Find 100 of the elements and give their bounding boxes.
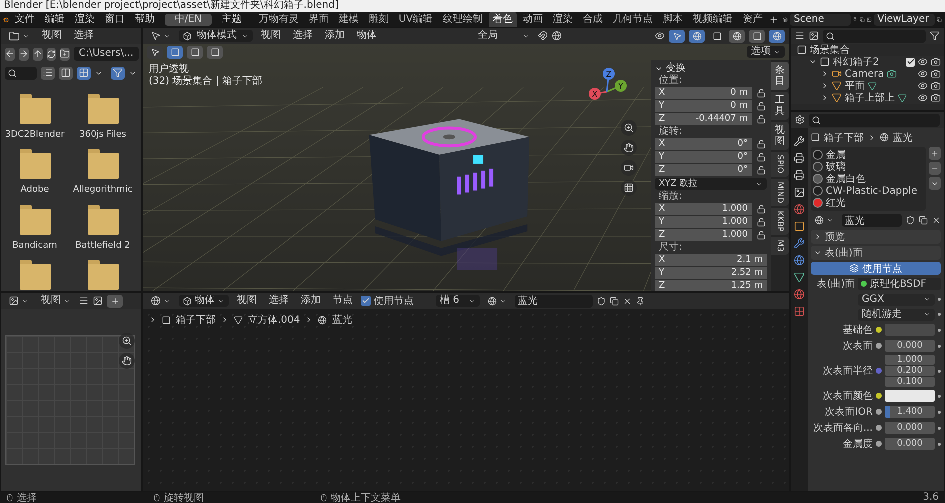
workspace-tab[interactable]: UV编辑 xyxy=(394,12,438,27)
search-field[interactable] xyxy=(809,114,940,126)
workspace-tab[interactable]: 纹理绘制 xyxy=(439,12,488,27)
workspace-tab[interactable]: 动画 xyxy=(519,12,548,27)
outliner-item-label[interactable]: Camera xyxy=(845,68,884,80)
number-field[interactable]: 0.000 xyxy=(885,340,935,352)
refresh-button[interactable] xyxy=(47,48,56,60)
use-nodes-checkbox[interactable]: 使用节点 xyxy=(361,294,414,308)
method-dropdown[interactable]: 随机游走 xyxy=(858,308,935,320)
workspace-tab[interactable]: 资产 xyxy=(739,12,768,27)
menu-item[interactable]: 视图 xyxy=(38,29,66,43)
number-field[interactable]: Z 0° xyxy=(655,164,752,176)
remove-slot-button[interactable] xyxy=(929,162,941,175)
material-slot-item[interactable]: 金属 xyxy=(826,148,846,162)
expand-toggle-icon[interactable] xyxy=(821,94,829,102)
number-field[interactable]: Y 2.52 m xyxy=(655,267,767,279)
options-dropdown[interactable]: 选项 xyxy=(747,46,785,58)
vector-component-field[interactable]: 0.200 xyxy=(885,366,935,376)
number-field[interactable]: X 1.000 xyxy=(655,203,752,215)
panel-header[interactable]: 预览 xyxy=(811,230,941,244)
rotation-mode-dropdown[interactable]: XYZ 欧拉 xyxy=(655,178,767,190)
number-field[interactable]: Y 0° xyxy=(655,151,752,163)
new-image-button[interactable] xyxy=(107,294,123,308)
number-field[interactable]: Y 0 m xyxy=(655,100,752,112)
menu-item[interactable]: 渲染 xyxy=(70,12,99,26)
workspace-tab[interactable]: 着色 xyxy=(489,12,518,27)
workspace-tab[interactable]: 建模 xyxy=(334,12,363,27)
expand-toggle-icon[interactable] xyxy=(809,58,817,66)
number-field[interactable]: X 2.1 m xyxy=(655,254,767,266)
search-field[interactable] xyxy=(5,66,37,80)
object-dropdown[interactable]: 物体 xyxy=(179,295,229,307)
sidebar-tab[interactable]: 视图 xyxy=(771,122,789,150)
menu-item[interactable]: 选择 xyxy=(289,29,317,43)
menu-item[interactable]: 物体 xyxy=(353,29,381,43)
workspace-tab[interactable]: 几何节点 xyxy=(609,12,658,27)
menu-item[interactable]: 视图 xyxy=(233,294,261,308)
zoom-button[interactable] xyxy=(119,333,135,349)
animate-dot-icon[interactable] xyxy=(938,328,941,332)
animate-dot-icon[interactable] xyxy=(938,313,941,316)
outliner-item-label[interactable]: 科幻箱子2 xyxy=(833,55,880,69)
material-slot-item[interactable]: 红光 xyxy=(826,196,846,210)
menu-item[interactable]: 编辑 xyxy=(40,12,69,26)
number-field[interactable]: 0.000 xyxy=(885,422,935,434)
sidebar-tab[interactable]: M3 xyxy=(771,236,789,255)
new-folder-button[interactable] xyxy=(60,48,70,60)
folder-label[interactable]: 360js Files xyxy=(80,130,126,140)
menu-item[interactable]: 窗口 xyxy=(100,12,129,26)
panel-header[interactable]: 表(曲)面 xyxy=(811,246,941,260)
sidebar-tab[interactable]: KKBP xyxy=(771,208,789,235)
add-slot-button[interactable] xyxy=(929,147,941,160)
material-slot-item[interactable]: 玻璃 xyxy=(826,160,846,174)
animate-dot-icon[interactable] xyxy=(938,410,941,414)
view-layer-field[interactable]: ViewLayer xyxy=(874,14,936,26)
sidebar-tab[interactable]: SPIO xyxy=(771,152,789,177)
material-name-field[interactable]: 蓝光 xyxy=(842,214,902,227)
number-field[interactable]: 1.400 xyxy=(885,406,935,418)
outliner-item-label[interactable]: 箱子上部上 xyxy=(845,91,895,105)
list-view-button[interactable] xyxy=(41,66,56,80)
menu-item[interactable]: 视图 xyxy=(257,29,285,43)
solid-shading-button[interactable] xyxy=(749,30,765,42)
animate-dot-icon[interactable] xyxy=(938,394,941,398)
theme-menu-item[interactable]: 主题 xyxy=(218,12,246,26)
select-mode-button[interactable] xyxy=(167,46,183,58)
number-field[interactable]: Z 1.25 m xyxy=(655,280,767,291)
folder-label[interactable]: Allegorithmic xyxy=(73,185,133,196)
input-method-toggle[interactable]: 中/EN xyxy=(164,14,212,26)
include-checkbox[interactable] xyxy=(906,58,915,66)
gizmo-axis-handle[interactable]: Z xyxy=(603,68,615,92)
workspace-tab[interactable]: 万物有灵 xyxy=(254,12,303,27)
search-field[interactable] xyxy=(823,30,926,42)
columns-view-button[interactable] xyxy=(59,66,74,80)
orientation-dropdown[interactable]: 全局 xyxy=(474,30,534,42)
filter-button[interactable] xyxy=(111,66,126,80)
material-name-field[interactable]: 蓝光 xyxy=(515,294,593,308)
gizmo-toggle-button[interactable] xyxy=(669,30,685,42)
wireframe-shading-button[interactable] xyxy=(729,30,745,42)
menu-item[interactable]: 选择 xyxy=(70,29,98,43)
forward-button[interactable] xyxy=(19,48,29,60)
select-mode-button[interactable] xyxy=(207,46,223,58)
method-dropdown[interactable]: GGX xyxy=(858,294,935,306)
number-field[interactable]: Z -0.44407 m xyxy=(655,113,752,125)
slot-dropdown[interactable]: 槽 6 xyxy=(436,295,480,307)
sidebar-tab[interactable]: MIND xyxy=(771,178,789,206)
back-button[interactable] xyxy=(5,48,15,60)
animate-dot-icon[interactable] xyxy=(938,426,941,430)
folder-label[interactable]: Battlefield 2 xyxy=(76,240,130,250)
menu-item[interactable]: 帮助 xyxy=(130,12,159,26)
scene-field[interactable]: Scene xyxy=(790,14,852,26)
select-mode-button[interactable] xyxy=(187,46,203,58)
number-field[interactable]: Y 1.000 xyxy=(655,216,752,228)
workspace-tab[interactable]: 界面 xyxy=(304,12,333,27)
material-slot-item[interactable]: CW-Plastic-Dapple xyxy=(826,186,918,196)
vector-component-field[interactable]: 0.100 xyxy=(885,377,935,387)
vector-component-field[interactable]: 1.000 xyxy=(885,355,935,365)
parent-folder-button[interactable] xyxy=(33,48,43,60)
animate-dot-icon[interactable] xyxy=(938,298,941,301)
checkbox[interactable] xyxy=(361,296,371,306)
expand-toggle-icon[interactable] xyxy=(821,82,829,90)
workspace-tab[interactable]: 渲染 xyxy=(549,12,578,27)
workspace-tab[interactable]: 视频编辑 xyxy=(689,12,738,27)
